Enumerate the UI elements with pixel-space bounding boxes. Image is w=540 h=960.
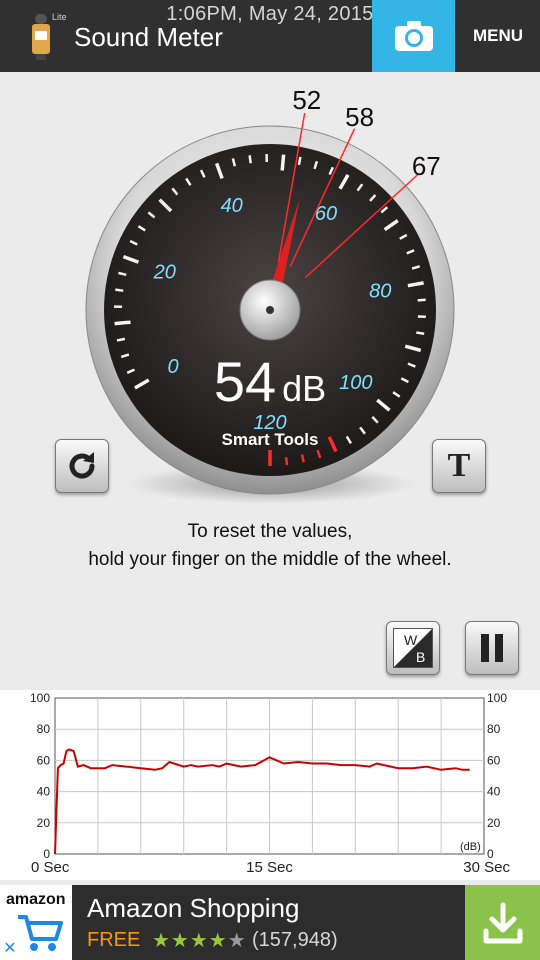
gauge-tick (416, 331, 425, 335)
camera-icon (394, 21, 433, 51)
reset-button[interactable] (55, 439, 109, 493)
gauge-tick-label: 20 (153, 262, 176, 284)
gauge-marker-label: 52 (292, 85, 321, 115)
gauge-tick (280, 154, 286, 171)
ad-price: FREE (87, 929, 141, 951)
download-icon (483, 902, 522, 943)
ad-rating-stars: ★★★★★ (152, 928, 247, 953)
gauge-tick (248, 155, 252, 164)
chart-y-tick-right: 100 (487, 691, 507, 705)
gauge-marker-label: 67 (412, 151, 441, 181)
pause-button[interactable] (465, 621, 519, 675)
close-icon[interactable]: ✕ (0, 939, 20, 960)
sound-level-history-chart: 100806040200 100806040200 0 Sec 15 Sec 30 … (0, 690, 540, 880)
gauge-tick (116, 337, 126, 342)
chart-y-tick-left: 100 (30, 691, 50, 705)
text-icon: T (447, 447, 471, 484)
chart-y-tick-right: 80 (487, 722, 501, 736)
white-black-toggle-button[interactable]: W B (386, 621, 440, 675)
chart-y-tick-left: 80 (37, 722, 51, 736)
gauge-marker-label: 58 (345, 102, 374, 132)
chart-unit-label: (dB) (460, 841, 481, 853)
chart-y-tick-right: 20 (487, 816, 501, 830)
chart-x-tick: 30 Sec (463, 859, 510, 876)
pause-icon (481, 634, 503, 662)
camera-button[interactable] (372, 0, 455, 72)
ad-rating-count: (157,948) (252, 929, 338, 951)
ad-banner[interactable]: amazon Amazon Shopping FREE ★★★★★ (157,9… (0, 885, 540, 960)
refresh-icon (69, 452, 95, 479)
gauge-tick (115, 288, 124, 292)
text-button[interactable]: T (432, 439, 486, 493)
gauge-tick (297, 156, 302, 166)
star-filled-icons: ★★★★ (152, 930, 228, 952)
app-title: Sound Meter (74, 22, 223, 52)
action-bar: Lite Sound Meter 1:06PM, May 24, 2015 ME… (0, 0, 540, 72)
status-time-date: 1:06PM, May 24, 2015 (166, 3, 374, 25)
gauge-tick-label: 80 (369, 281, 391, 303)
wb-top-letter: W (404, 632, 418, 648)
shopping-cart-icon (18, 915, 63, 951)
chart-y-tick-left: 60 (37, 753, 51, 767)
ad-title: Amazon Shopping (87, 893, 300, 923)
chart-y-tick-right: 40 (487, 785, 501, 799)
gauge-hub-pin (266, 306, 274, 314)
chart-y-tick-left: 40 (37, 785, 51, 799)
reset-hint-line2: hold your finger on the middle of the wh… (88, 549, 452, 570)
amazon-logo-text: amazon (6, 891, 66, 908)
gauge-tick (114, 320, 131, 326)
star-empty-icons: ★ (227, 930, 247, 952)
gauge-tick (284, 456, 289, 466)
chart-y-tick-left: 20 (37, 816, 51, 830)
db-unit: dB (282, 368, 327, 409)
chart-x-tick: 0 Sec (31, 859, 70, 876)
wb-bottom-letter: B (416, 649, 425, 665)
chart-y-tick-right: 60 (487, 753, 501, 767)
gauge-tick (417, 298, 426, 302)
white-black-toggle-icon: W B (393, 628, 433, 668)
reset-hint-line1: To reset the values, (187, 521, 353, 542)
db-value: 54 (213, 350, 277, 413)
gauge-tick (300, 454, 305, 463)
gauge-tick-label: 40 (221, 195, 243, 217)
db-readout: 54 dB (170, 349, 370, 414)
brand-label: Smart Tools (221, 430, 319, 449)
reset-hint: To reset the values, hold your finger on… (0, 518, 540, 574)
menu-button[interactable]: MENU (460, 26, 536, 46)
ad-download-button[interactable] (465, 885, 540, 960)
chart-x-tick: 15 Sec (246, 859, 293, 876)
